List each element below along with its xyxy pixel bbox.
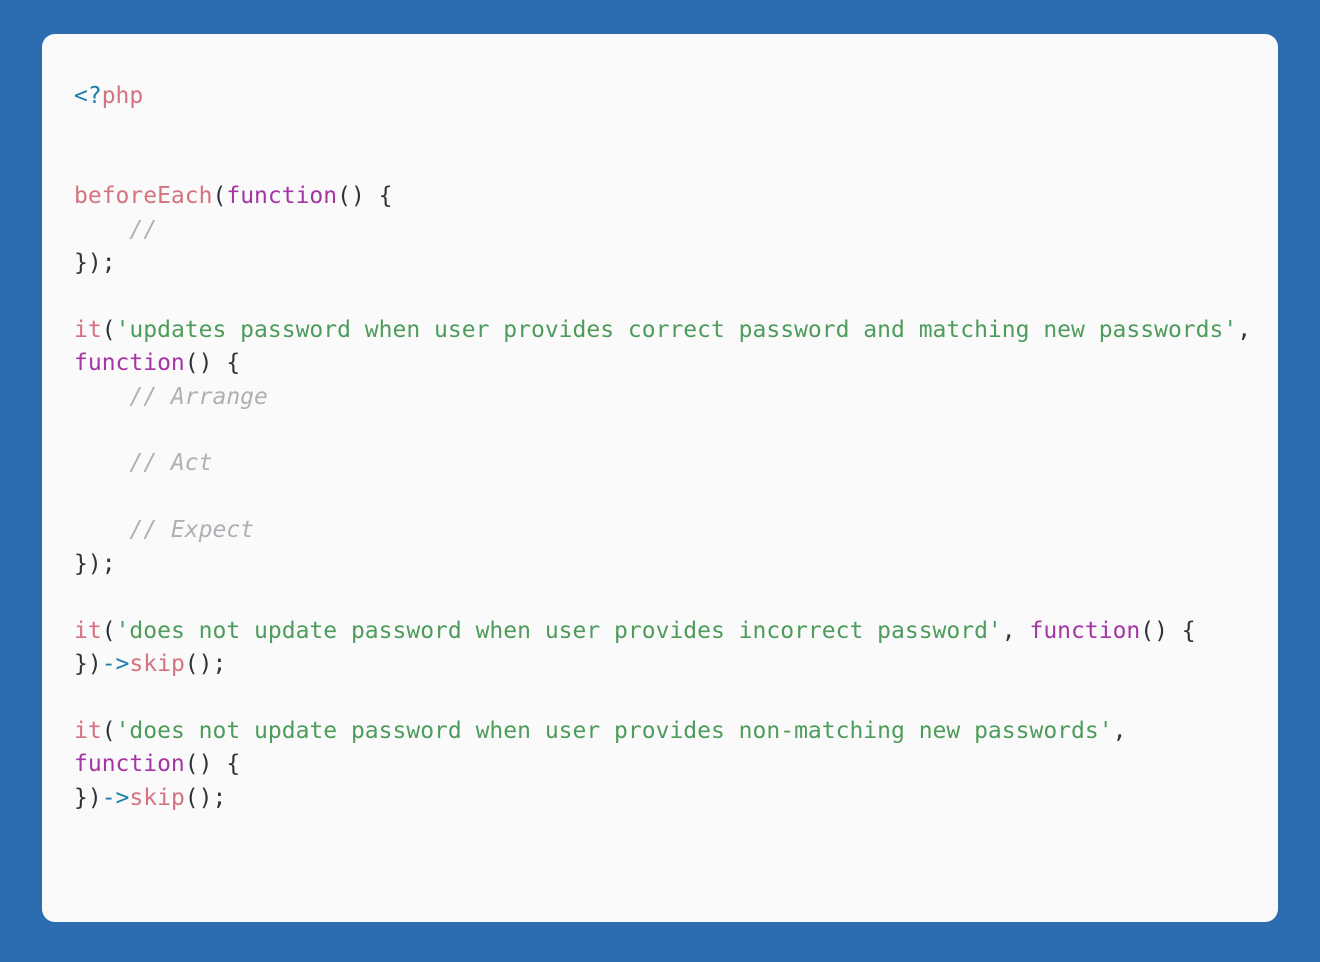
code-line: it('does not update password when user p…	[74, 715, 1268, 782]
code-token: })	[74, 784, 102, 811]
code-token: function	[74, 350, 185, 377]
code-token: // Arrange	[129, 383, 268, 410]
code-token: });	[74, 550, 116, 577]
code-token: <?	[74, 83, 102, 109]
code-token: ->	[101, 784, 130, 811]
code-token: ();	[184, 784, 227, 811]
code-token: function	[1029, 617, 1141, 644]
code-line: //	[74, 214, 1268, 247]
code-token: // Act	[129, 450, 213, 477]
code-line: });	[74, 247, 1268, 280]
code-token: 'does not update password when user prov…	[115, 617, 1002, 644]
code-line: // Expect	[74, 514, 1268, 547]
code-token: beforeEach	[74, 183, 213, 210]
code-token: ,	[1237, 316, 1265, 343]
code-line: it('updates password when user provides …	[74, 314, 1268, 381]
code-token: it	[74, 717, 102, 744]
code-token: function	[74, 751, 185, 778]
code-line: // Act	[74, 447, 1268, 480]
code-token: (	[101, 617, 116, 644]
code-token: (	[101, 717, 116, 744]
code-token: it	[74, 316, 102, 343]
code-token: })	[74, 650, 102, 677]
code-token: ();	[184, 650, 227, 677]
code-token: //	[129, 216, 158, 243]
code-line: beforeEach(function() {	[74, 180, 1268, 213]
code-token: () {	[337, 183, 393, 210]
code-token: function	[226, 183, 338, 210]
code-line: it('does not update password when user p…	[74, 615, 1268, 648]
code-token: (	[101, 316, 116, 343]
code-token: it	[74, 617, 102, 644]
code-line: });	[74, 548, 1268, 581]
code-token: () {	[184, 350, 241, 377]
code-line: })->skip();	[74, 648, 1268, 681]
code-token: 'updates password when user provides cor…	[115, 316, 1238, 343]
code-token: ,	[1001, 617, 1030, 644]
code-token: () {	[1140, 617, 1196, 644]
code-line: <?php	[74, 80, 1268, 113]
code-line: // Arrange	[74, 381, 1268, 414]
code-token: () {	[184, 751, 241, 778]
code-token: php	[101, 83, 144, 109]
code-token: ,	[1112, 717, 1141, 744]
code-snippet-card: <?php beforeEach(function() { //}); it('…	[42, 34, 1278, 922]
code-token: (	[212, 183, 227, 210]
code-token: });	[74, 250, 116, 277]
code-token: skip	[129, 650, 185, 677]
code-line: })->skip();	[74, 782, 1268, 815]
code-token: 'does not update password when user prov…	[115, 717, 1113, 744]
code-block[interactable]: <?php beforeEach(function() { //}); it('…	[74, 80, 1268, 815]
code-token: ->	[101, 650, 130, 677]
code-token: skip	[129, 784, 185, 811]
code-token: // Expect	[129, 517, 255, 544]
